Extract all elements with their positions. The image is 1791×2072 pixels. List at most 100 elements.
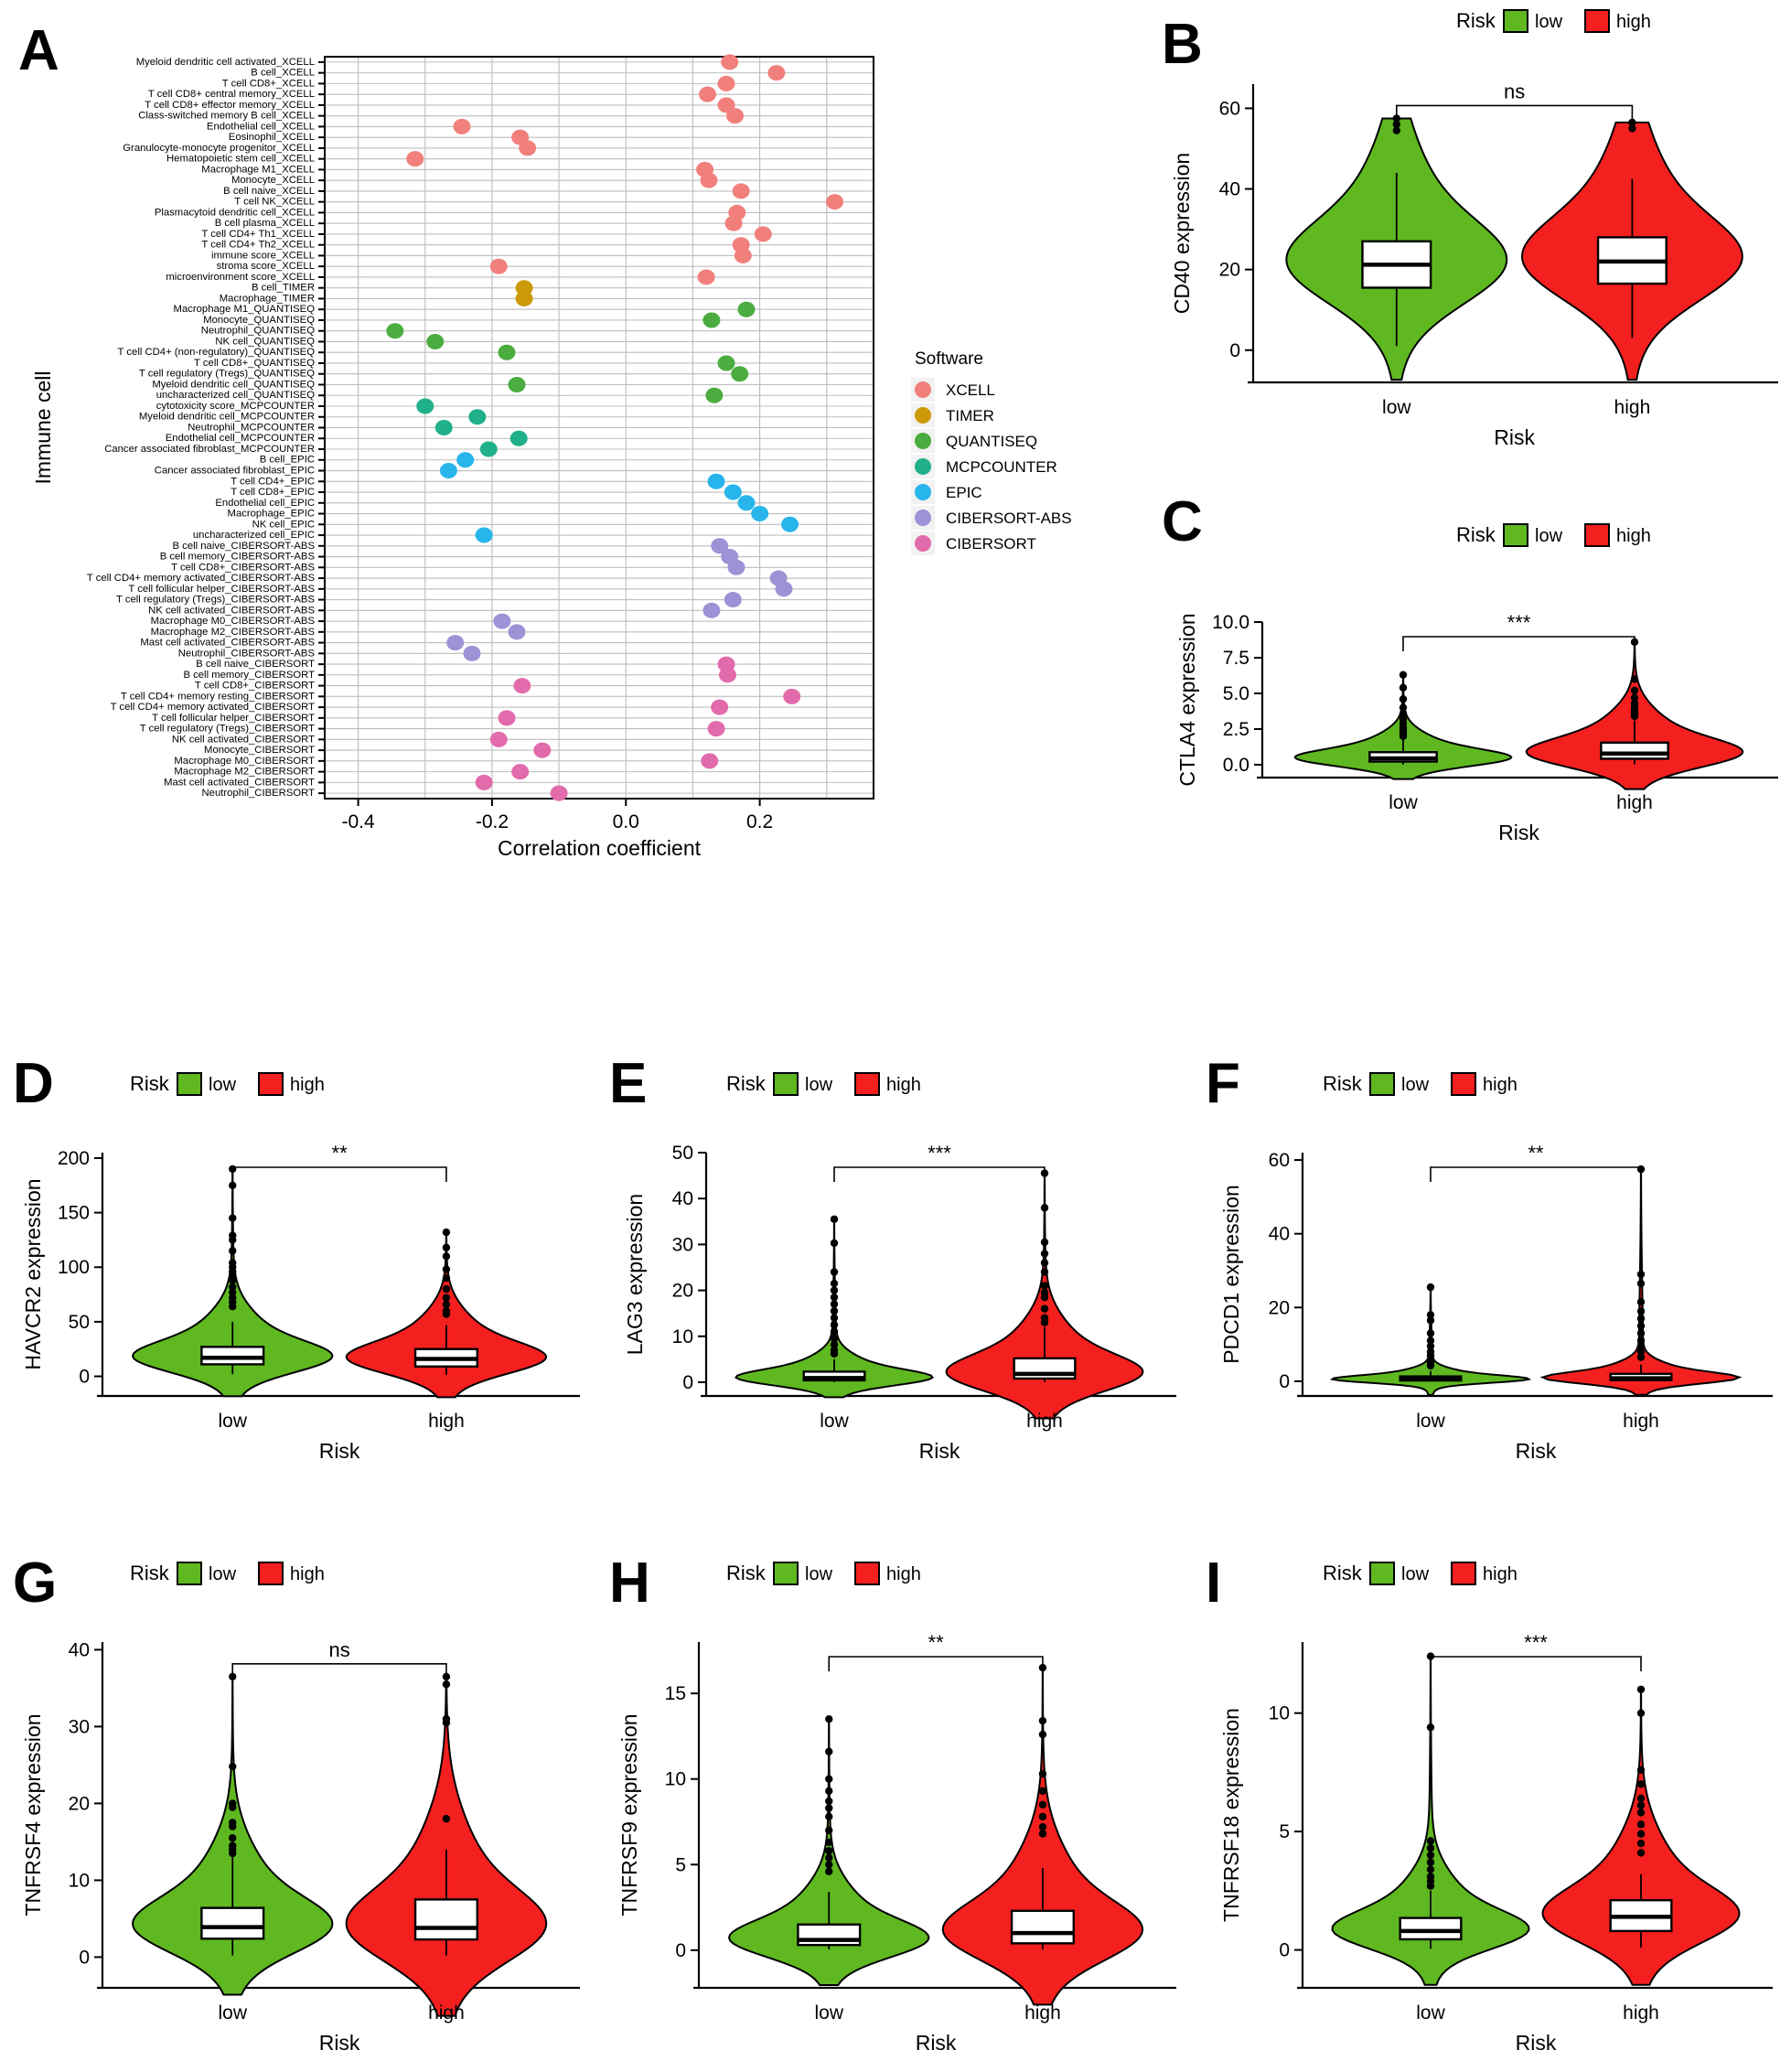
outlier-point <box>1426 1723 1435 1732</box>
immune-cell-label: T cell CD4+_EPIC <box>231 476 315 487</box>
immune-cell-label: T cell CD8+ central memory_XCELL <box>148 89 315 100</box>
immune-cell-label: Macrophage M1_QUANTISEQ <box>174 304 316 315</box>
correlation-point <box>702 602 721 618</box>
f-ytick: 20 <box>1269 1297 1290 1318</box>
immune-cell-label: Macrophage M2_CIBERSORT-ABS <box>151 627 316 638</box>
b-ytick: 20 <box>1219 260 1240 281</box>
immune-cell-label: T cell CD4+ Th1_XCELL <box>201 229 315 240</box>
f-legend-swatch-low <box>1369 1072 1395 1096</box>
outlier-point <box>1636 1780 1646 1788</box>
immune-cell-label: T cell CD8+_QUANTISEQ <box>194 358 315 369</box>
g-yaxis-title: TNFRSF4 expression <box>21 1713 45 1916</box>
correlation-point <box>699 86 717 102</box>
immune-cell-label: Plasmacytoid dendritic cell_XCELL <box>155 207 315 218</box>
b-ytick: 0 <box>1229 340 1240 361</box>
outlier-point <box>1040 1204 1049 1212</box>
outlier-point <box>830 1314 839 1322</box>
immune-cell-label: Hematopoietic stem cell_XCELL <box>166 154 315 165</box>
b-legend-title: Risk <box>1456 9 1496 32</box>
i-legend-swatch-high <box>1451 1562 1476 1585</box>
e-xaxis-title: Risk <box>919 1439 960 1463</box>
correlation-point <box>711 699 729 715</box>
b-xaxis-title: Risk <box>1494 425 1535 449</box>
outlier-point <box>442 1815 451 1823</box>
d-ytick: 100 <box>58 1257 90 1278</box>
f-significance-bracket <box>1430 1166 1642 1182</box>
h-legend-swatch-low <box>773 1562 799 1585</box>
immune-cell-label: T cell regulatory (Tregs)_QUANTISEQ <box>139 369 315 380</box>
correlation-point <box>732 183 750 199</box>
g-legend-label-high: high <box>290 1564 325 1584</box>
c-xtick-high: high <box>1616 792 1653 813</box>
panel-e-plot: 0 10 20 30 40 50 LAG3 expression low high Risk ***… <box>623 1072 1176 1463</box>
correlation-point <box>498 344 516 360</box>
outlier-point <box>825 1797 833 1806</box>
c-legend-swatch-low <box>1503 523 1528 547</box>
immune-cell-label: cytotoxicity score_MCPCOUNTER <box>156 401 315 412</box>
software-legend-title: Software <box>915 349 983 369</box>
d-legend-title: Risk <box>130 1072 170 1095</box>
c-ytick: 10.0 <box>1212 612 1249 633</box>
outlier-point <box>830 1215 839 1223</box>
panel-i: I 0 5 10 TNFRSF18 expression low high Risk *** R… <box>1193 1523 1791 2072</box>
d-ytick: 200 <box>58 1148 90 1169</box>
panel-e: E 0 10 20 30 40 50 LAG3 expression low high Risk *… <box>596 1052 1193 1491</box>
outlier-point <box>1636 1315 1646 1323</box>
c-xtick-low: low <box>1389 792 1418 813</box>
immune-cell-label: Monocyte_QUANTISEQ <box>203 315 315 326</box>
e-xtick-low: low <box>820 1411 849 1432</box>
b-ytick: 40 <box>1219 179 1240 200</box>
outlier-point <box>1038 1830 1047 1838</box>
panel-h-plot: 0 5 10 15 TNFRSF9 expression low high Risk ** Ris… <box>617 1562 1176 2055</box>
correlation-point <box>721 54 739 70</box>
outlier-point <box>1426 1361 1435 1370</box>
f-xtick-high: high <box>1623 1411 1659 1432</box>
g-legend-swatch-low <box>177 1562 202 1585</box>
c-legend-swatch-high <box>1584 523 1610 547</box>
immune-cell-label: Monocyte_XCELL <box>231 175 315 186</box>
immune-cell-label: T cell CD8+_CIBERSORT <box>195 681 315 692</box>
panel-c-plot: 0.0 2.5 5.0 7.5 10.0 CTLA4 expression low high R… <box>1175 523 1778 844</box>
h-yaxis-title: TNFRSF9 expression <box>617 1713 641 1916</box>
outlier-point <box>830 1239 839 1248</box>
panel-h: H 0 5 10 15 TNFRSF9 expression low high Risk ** R… <box>596 1523 1193 2072</box>
g-xaxis-title: Risk <box>319 2031 360 2055</box>
d-ytick: 50 <box>69 1312 90 1333</box>
h-legend-title: Risk <box>726 1562 767 1584</box>
outlier-point <box>825 1747 833 1755</box>
panel-a-yaxis-title: Immune cell <box>31 371 55 485</box>
outlier-point <box>1636 1820 1646 1829</box>
correlation-point <box>781 516 799 532</box>
h-xtick-high: high <box>1024 2002 1061 2024</box>
outlier-point <box>830 1268 839 1276</box>
e-xtick-high: high <box>1026 1411 1063 1432</box>
h-legend-swatch-high <box>854 1562 880 1585</box>
immune-cell-label: T cell CD4+ memory activated_CIBERSORT-A… <box>87 573 316 584</box>
outlier-point <box>1426 1858 1435 1866</box>
correlation-point <box>701 753 719 769</box>
immune-cell-label: T cell CD8+_XCELL <box>222 78 315 89</box>
panel-b-plot: 0 20 40 60 CD40 expression low high Risk ns Risk l… <box>1170 9 1778 449</box>
g-xtick-high: high <box>428 2002 465 2024</box>
immune-cell-label: Endothelial cell_XCELL <box>207 121 315 132</box>
i-legend-label-low: low <box>1401 1564 1430 1584</box>
correlation-point <box>737 495 756 511</box>
panel-d: D 0 50 100 150 200 HAVCR2 expression low high Ri… <box>0 1052 596 1491</box>
correlation-point <box>426 333 445 349</box>
legend-label-epic: EPIC <box>946 484 982 501</box>
e-ytick: 0 <box>682 1372 693 1393</box>
outlier-point <box>825 1867 833 1875</box>
d-yaxis-title: HAVCR2 expression <box>21 1178 45 1369</box>
immune-cell-label: Neutrophil_CIBERSORT <box>202 788 316 799</box>
immune-cell-label: Neutrophil_MCPCOUNTER <box>188 422 315 433</box>
outlier-point <box>1038 1716 1047 1725</box>
immune-cell-label: T cell regulatory (Tregs)_CIBERSORT <box>140 724 315 735</box>
panel-a-xtick: -0.4 <box>341 811 375 832</box>
g-significance-bracket <box>231 1663 447 1679</box>
outlier-point <box>825 1775 833 1783</box>
immune-cell-label: uncharacterized cell_EPIC <box>193 530 315 541</box>
immune-cell-label: Mast cell activated_CIBERSORT <box>164 777 315 788</box>
panel-d-plot: 0 50 100 150 200 HAVCR2 expression low high Risk… <box>21 1072 580 1463</box>
box-high <box>413 1898 478 1941</box>
b-xtick-low: low <box>1382 397 1411 418</box>
